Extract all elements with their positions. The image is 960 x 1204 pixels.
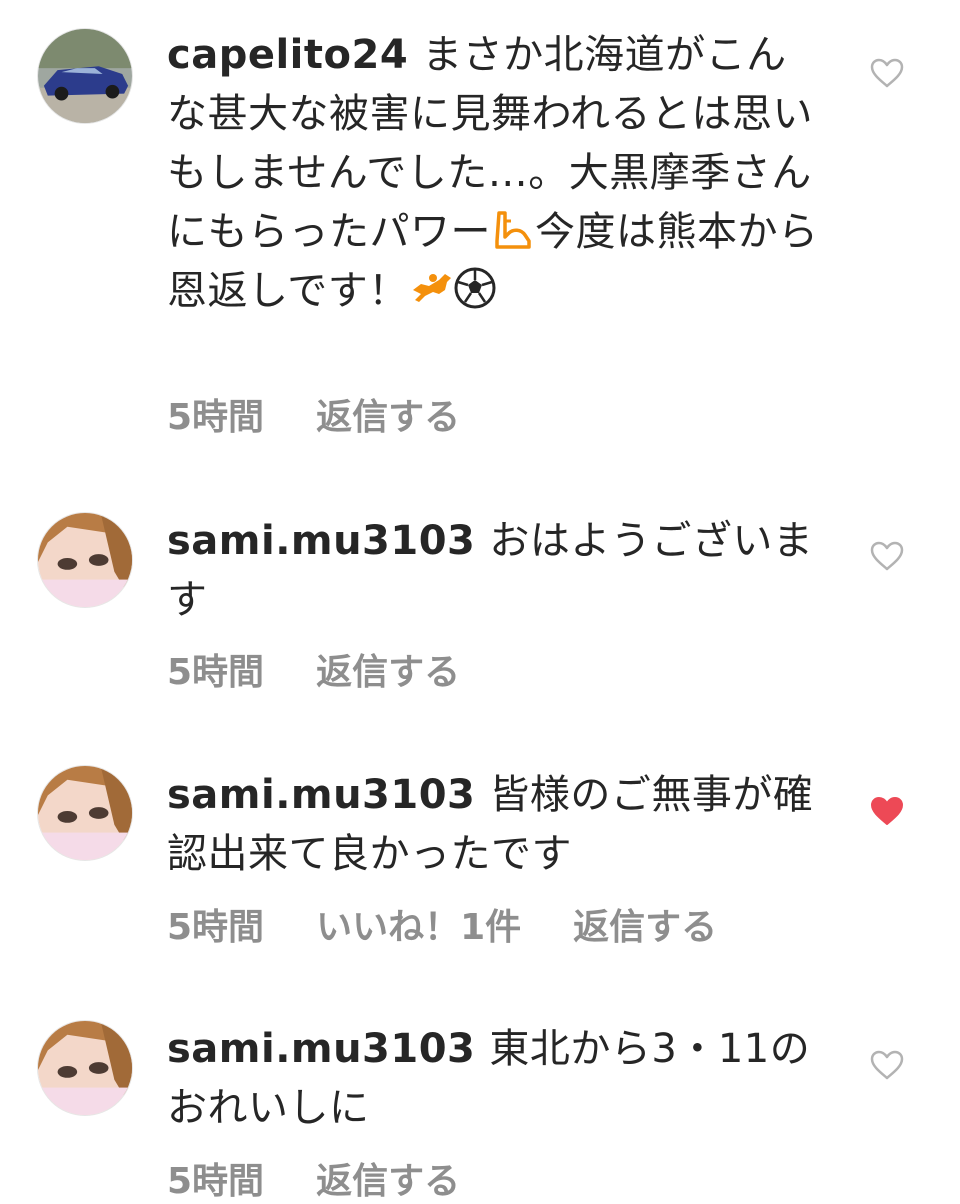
comment-username[interactable]: capelito24 <box>167 32 408 78</box>
comment-username[interactable]: sami.mu3103 <box>167 772 475 818</box>
comment-username[interactable]: sami.mu3103 <box>167 518 475 564</box>
reply-button[interactable]: 返信する <box>316 1161 460 1202</box>
likes-count[interactable]: いいね！1件 <box>316 907 521 948</box>
reply-button[interactable]: 返信する <box>316 652 460 693</box>
heart-outline-icon <box>870 541 904 571</box>
avatar[interactable] <box>37 1020 133 1116</box>
like-button[interactable] <box>870 58 904 88</box>
avatar[interactable] <box>37 512 133 608</box>
comment-body: sami.mu3103 おはようございます <box>167 512 827 630</box>
comment-body: capelito24 まさか北海道がこんな甚大な被害に見舞われるとは思いもしません… <box>167 26 827 321</box>
comment-item: capelito24 まさか北海道がこんな甚大な被害に見舞われるとは思いもしません… <box>0 0 960 460</box>
comment-item: sami.mu3103 皆様のご無事が確認出来て良かったです 5時間 いいね！1件 返… <box>0 710 960 970</box>
comment-username[interactable]: sami.mu3103 <box>167 1026 475 1072</box>
heart-outline-icon <box>870 58 904 88</box>
comment-body: sami.mu3103 皆様のご無事が確認出来て良かったです <box>167 766 827 884</box>
user-avatar-image <box>38 1021 132 1115</box>
comment-meta: 5時間 返信する <box>167 1152 512 1204</box>
soccer-ball-icon <box>454 267 496 309</box>
like-button[interactable] <box>870 796 904 826</box>
comment-timestamp: 5時間 <box>167 1161 265 1202</box>
comment-timestamp: 5時間 <box>167 397 265 438</box>
reply-button[interactable]: 返信する <box>573 907 717 948</box>
flexed-biceps-icon <box>495 211 531 249</box>
heart-outline-icon <box>870 1050 904 1080</box>
heart-filled-icon <box>871 797 903 825</box>
car-avatar-image <box>38 29 132 123</box>
comment-item: sami.mu3103 東北から3・11のおれいしに 5時間 返信する <box>0 970 960 1202</box>
comment-meta: 5時間 返信する <box>167 643 512 695</box>
comment-timestamp: 5時間 <box>167 907 265 948</box>
user-avatar-image <box>38 513 132 607</box>
like-button[interactable] <box>870 541 904 571</box>
reply-button[interactable]: 返信する <box>316 397 460 438</box>
comment-item: sami.mu3103 おはようございます 5時間 返信する <box>0 460 960 710</box>
avatar[interactable] <box>37 765 133 861</box>
comment-meta: 5時間 いいね！1件 返信する <box>167 898 769 950</box>
avatar[interactable] <box>37 28 133 124</box>
comment-meta: 5時間 返信する <box>167 388 512 440</box>
comment-timestamp: 5時間 <box>167 652 265 693</box>
like-button[interactable] <box>870 1050 904 1080</box>
comment-body: sami.mu3103 東北から3・11のおれいしに <box>167 1020 827 1138</box>
user-avatar-image <box>38 766 132 860</box>
horse-racing-icon <box>412 274 451 302</box>
